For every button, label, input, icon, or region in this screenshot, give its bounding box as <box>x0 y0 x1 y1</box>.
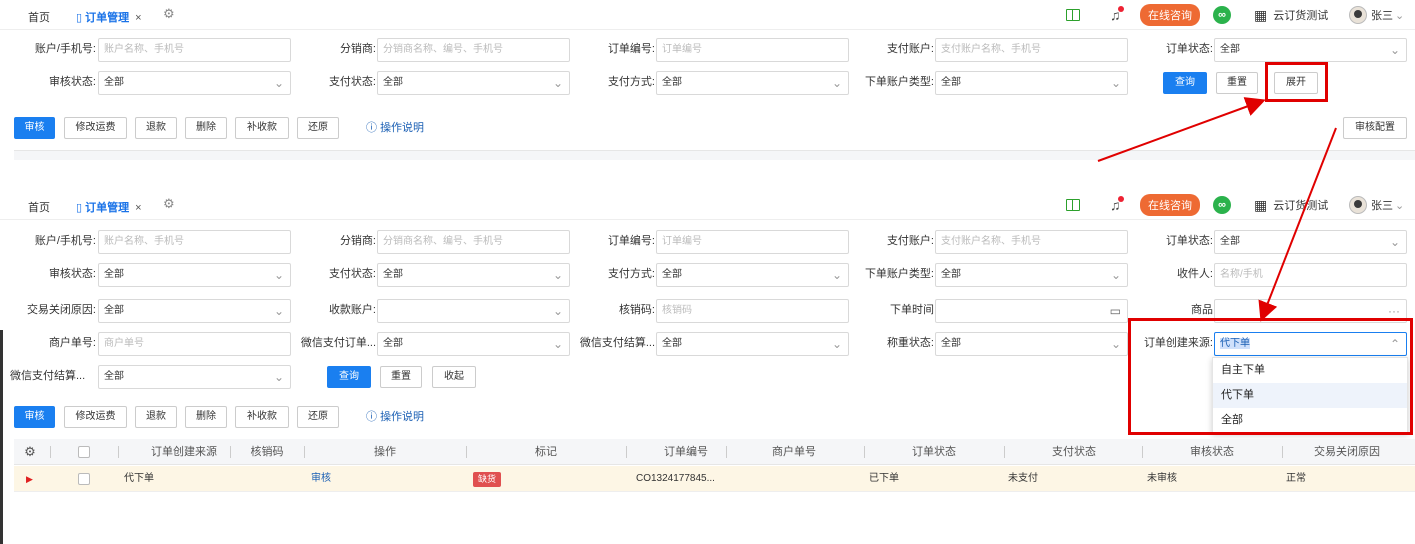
arrow-to-dropdown <box>1258 127 1337 322</box>
arrow-to-expand <box>1097 97 1266 162</box>
annotation-arrows <box>1097 97 1337 322</box>
